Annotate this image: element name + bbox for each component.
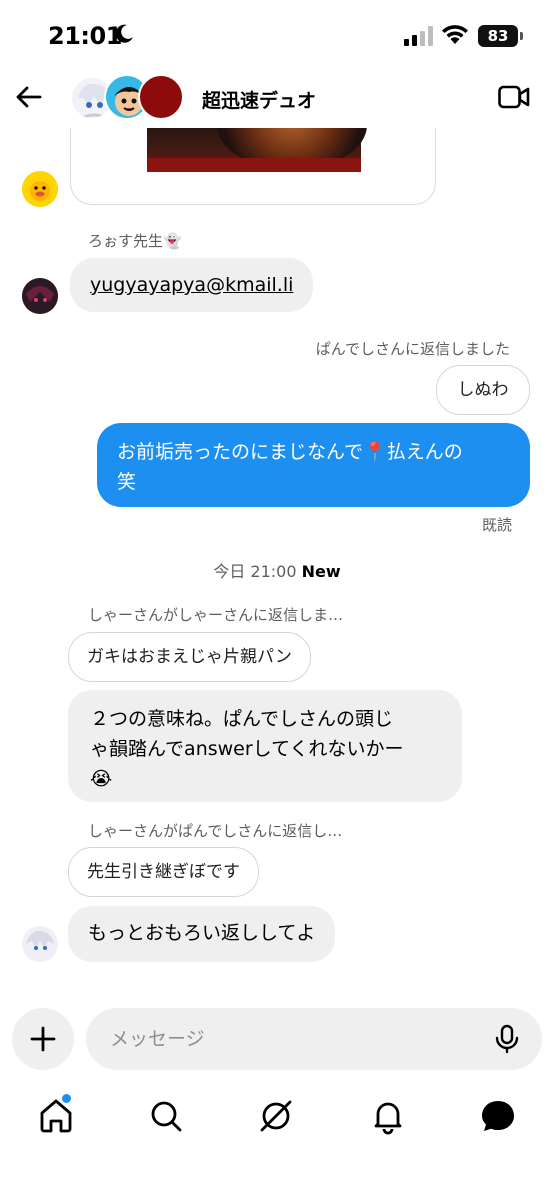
back-arrow-icon[interactable]	[14, 82, 44, 112]
home-notification-dot	[62, 1094, 71, 1103]
quoted-reply[interactable]: ガキはおまえじゃ片親パン	[68, 632, 311, 682]
duck-avatar-image	[22, 171, 58, 207]
battery-tip	[520, 32, 523, 40]
group-avatar-3[interactable]	[138, 74, 184, 120]
email-link[interactable]: yugyayapya@kmail.li	[90, 274, 293, 296]
battery-level: 83	[478, 25, 518, 47]
plus-icon	[30, 1026, 56, 1052]
wifi-icon	[442, 25, 468, 44]
reply-note: ぱんでしさんに返信しました	[315, 340, 510, 358]
chat-header: 超迅速デュオ	[0, 72, 554, 128]
sender-name: ろぉす先生👻	[88, 232, 182, 250]
time-separator: 今日 21:00 New	[0, 558, 554, 582]
message-input[interactable]	[110, 1008, 490, 1070]
separator-time: 今日 21:00	[213, 562, 297, 581]
sender-avatar-dark[interactable]	[22, 278, 58, 314]
message-text-line: 😭	[90, 768, 113, 790]
quoted-reply[interactable]: しぬわ	[436, 365, 530, 415]
microphone-icon[interactable]	[492, 1024, 522, 1054]
status-time: 21:01	[48, 22, 122, 50]
messages-icon[interactable]	[478, 1096, 518, 1136]
sender-avatar-duck[interactable]	[22, 171, 58, 207]
message-text-line: ２つの意味ね。ぱんでしさんの頭じ	[90, 708, 394, 730]
quoted-reply[interactable]: 先生引き継ぎぼです	[68, 847, 259, 897]
status-bar: 21:01 83	[0, 0, 554, 72]
cellular-signal-icon	[404, 26, 433, 46]
home-icon[interactable]	[36, 1096, 76, 1136]
add-attachment-button[interactable]	[12, 1008, 74, 1070]
message-text-line: ゃ韻踏んでanswerしてくれないかー	[90, 738, 404, 760]
message-composer	[86, 1008, 542, 1070]
new-badge: New	[301, 562, 341, 581]
search-icon[interactable]	[146, 1096, 186, 1136]
message-bubble[interactable]: もっとおもろい返ししてよ	[68, 906, 336, 962]
message-bubble[interactable]: ２つの意味ね。ぱんでしさんの頭じ ゃ韻踏んでanswerしてくれないかー 😭	[68, 690, 462, 802]
bottom-navigation	[0, 1086, 554, 1146]
message-text-line: お前垢売ったのにまじなんで📍払えんの	[117, 441, 463, 463]
reply-note: しゃーさんがぱんでしさんに返信し…	[88, 822, 343, 840]
read-receipt: 既読	[481, 516, 512, 534]
reply-note: しゃーさんがしゃーさんに返信しま…	[88, 606, 344, 624]
sender-avatar-girl[interactable]	[22, 926, 58, 962]
dark-anime-avatar-image	[22, 278, 58, 314]
chat-title[interactable]: 超迅速デュオ	[202, 86, 316, 113]
outgoing-message-bubble[interactable]: お前垢売ったのにまじなんで📍払えんの 笑	[97, 423, 530, 507]
message-text-line: 笑	[117, 471, 137, 493]
moon-icon	[115, 24, 133, 43]
notifications-icon[interactable]	[368, 1096, 408, 1136]
anime-girl-avatar-image	[22, 926, 58, 962]
video-call-icon[interactable]	[498, 84, 530, 110]
explore-icon[interactable]	[256, 1096, 296, 1136]
message-bubble[interactable]: yugyayapya@kmail.li	[70, 258, 314, 312]
image-footer-band	[147, 158, 361, 172]
